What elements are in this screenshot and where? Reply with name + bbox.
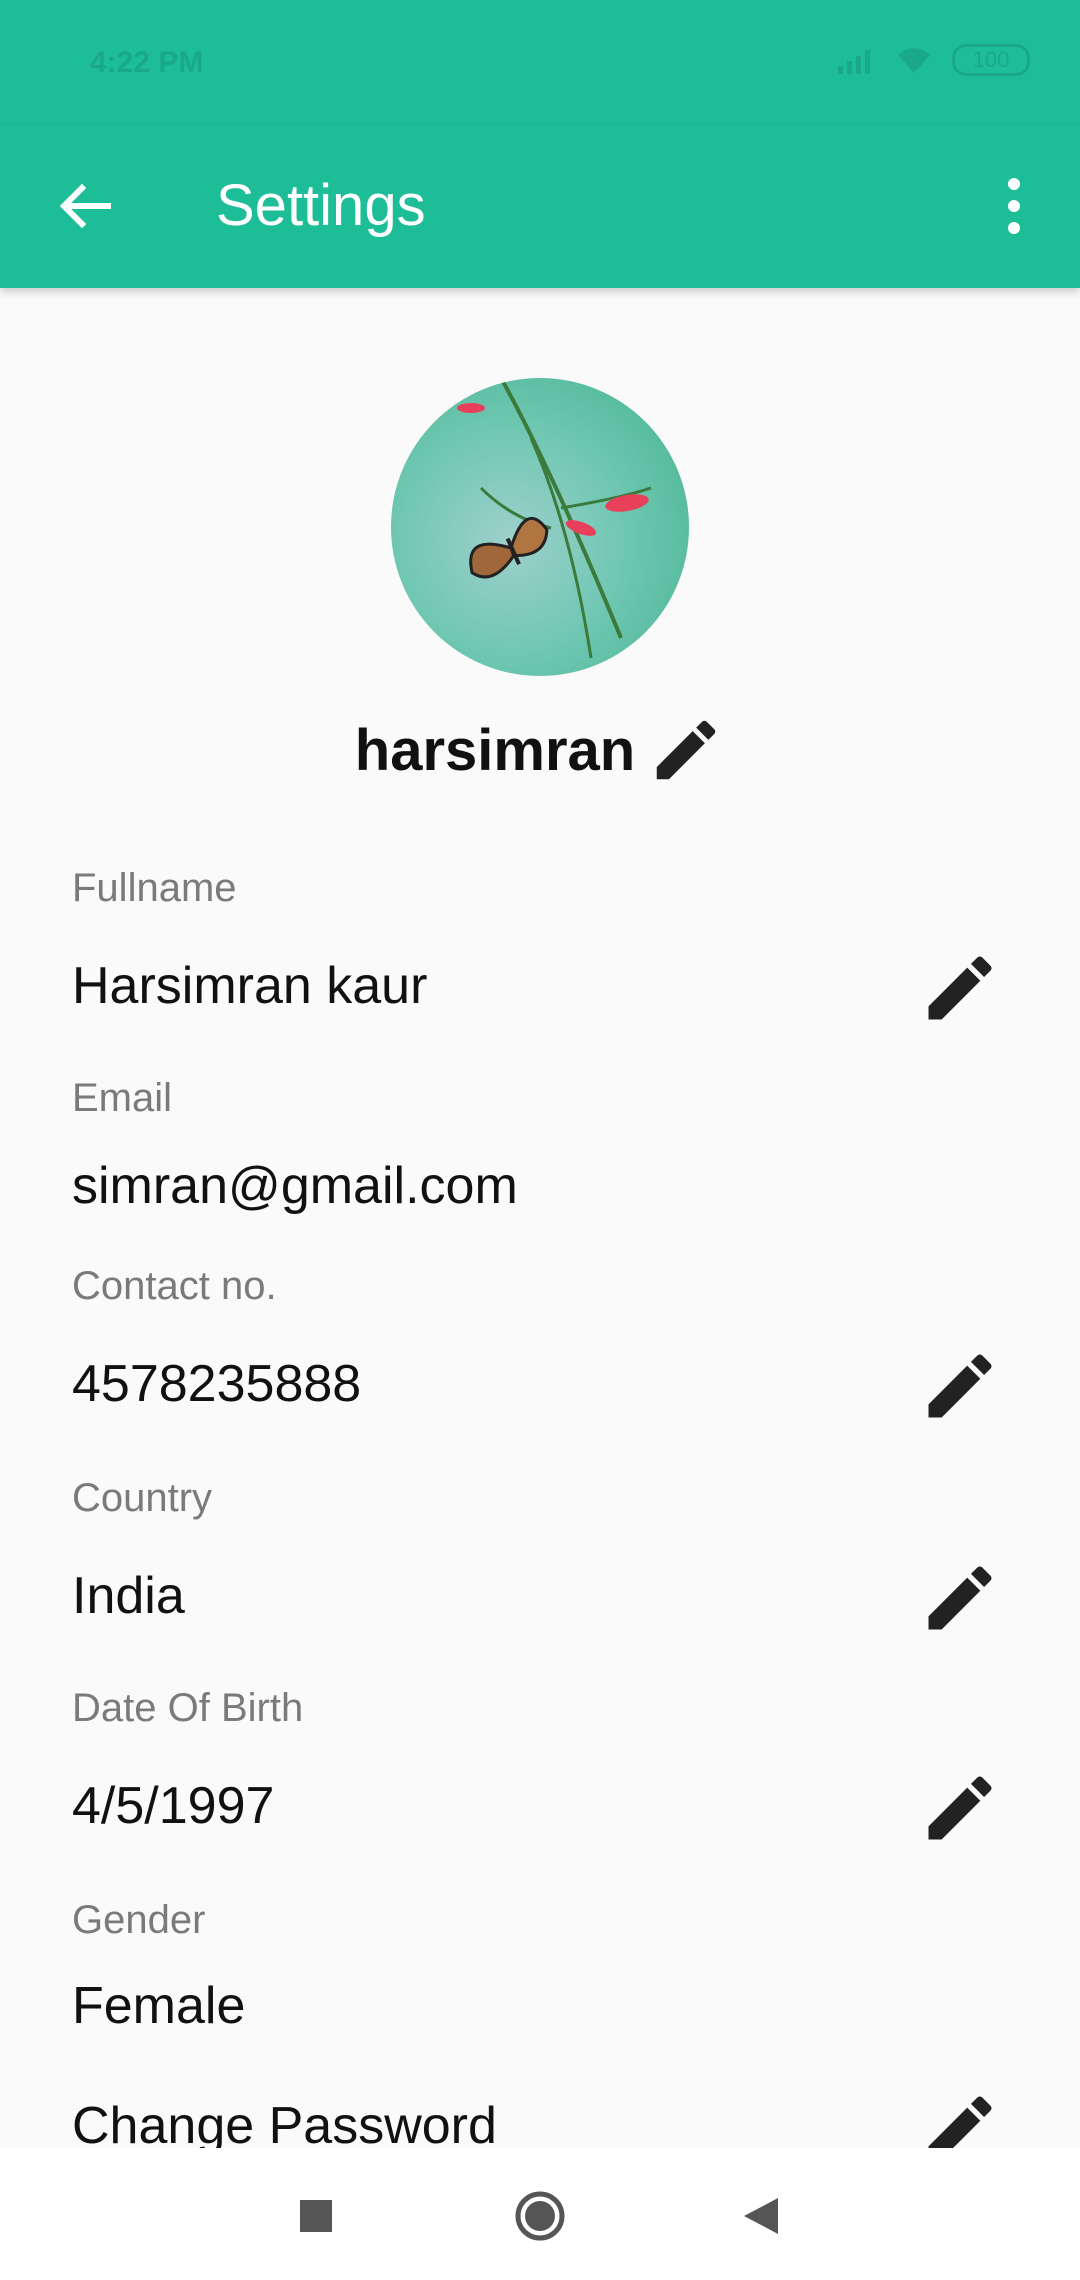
- fullname-value: Harsimran kaur: [72, 957, 428, 1015]
- wifi-icon: [898, 48, 930, 73]
- status-icons: 100: [836, 44, 1030, 76]
- system-nav-bar: [0, 2148, 1080, 2280]
- app-bar: Settings: [0, 126, 1080, 288]
- email-label: Email: [72, 1076, 173, 1120]
- username: harsimran: [354, 717, 636, 783]
- change-password-link[interactable]: Change Password: [72, 2096, 497, 2156]
- triangle-back-icon[interactable]: [722, 2176, 802, 2256]
- status-time: 4:22 PM: [90, 46, 204, 79]
- butterfly-photo: [391, 378, 689, 676]
- status-bar: 4:22 PM 100: [0, 0, 1080, 126]
- country-label: Country: [72, 1476, 213, 1520]
- edit-fullname-icon[interactable]: [918, 946, 1002, 1030]
- fullname-label: Fullname: [72, 866, 237, 910]
- circle-icon[interactable]: [500, 2176, 580, 2256]
- avatar[interactable]: [391, 378, 689, 676]
- username-row: harsimran: [0, 710, 1080, 790]
- battery-icon: 100: [952, 44, 1030, 76]
- arrow-left-icon[interactable]: [46, 166, 126, 246]
- edit-username-icon[interactable]: [647, 711, 725, 789]
- more-vert-icon[interactable]: [974, 166, 1054, 246]
- edit-dob-icon[interactable]: [918, 1766, 1002, 1850]
- email-value: simran@gmail.com: [72, 1157, 518, 1215]
- contact-label: Contact no.: [72, 1264, 277, 1308]
- dob-label: Date Of Birth: [72, 1686, 304, 1730]
- contact-value: 4578235888: [72, 1355, 362, 1413]
- dob-value: 4/5/1997: [72, 1777, 275, 1835]
- edit-country-icon[interactable]: [918, 1556, 1002, 1640]
- gender-label: Gender: [72, 1898, 206, 1942]
- page-title: Settings: [216, 173, 426, 238]
- square-icon[interactable]: [276, 2176, 356, 2256]
- edit-contact-icon[interactable]: [918, 1344, 1002, 1428]
- gender-value: Female: [72, 1977, 246, 2035]
- country-value: India: [72, 1567, 185, 1625]
- signal-icon: [838, 50, 870, 74]
